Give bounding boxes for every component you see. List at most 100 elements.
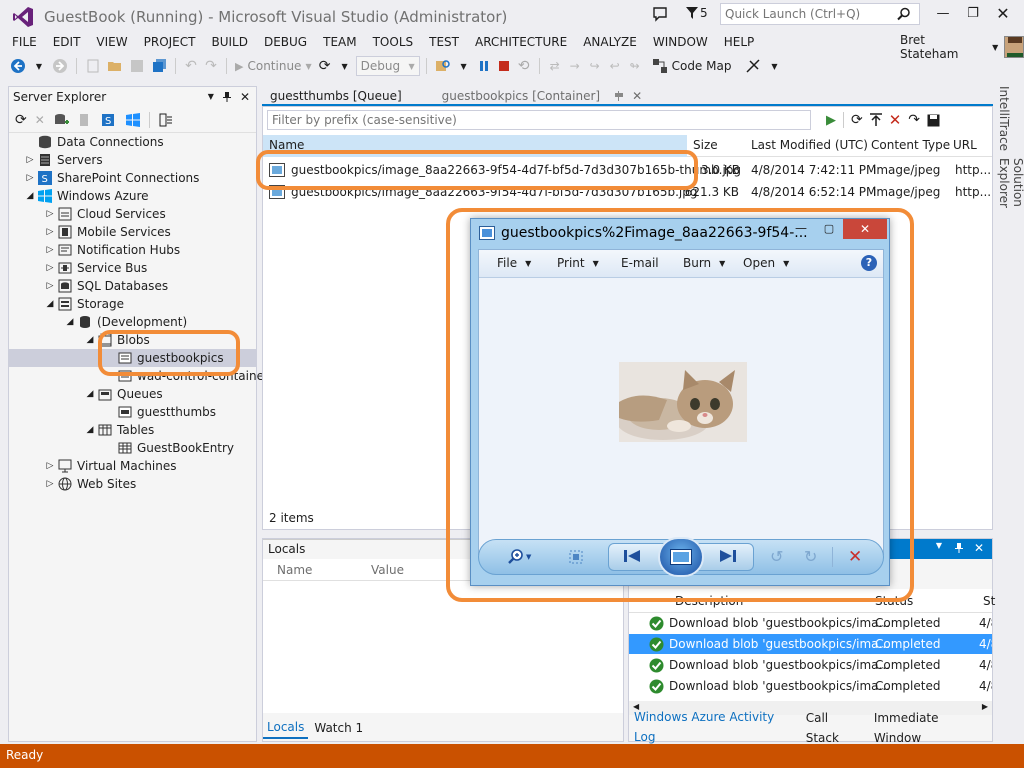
connect-server-icon[interactable] [77, 112, 93, 128]
menu-tools[interactable]: TOOLS [365, 33, 422, 51]
tab-call-stack[interactable]: Call Stack [801, 708, 869, 748]
tree-node[interactable]: ◢ Queues [9, 385, 256, 403]
table-row[interactable]: Download blob 'guestbookpics/ima... Compl… [629, 613, 992, 633]
collapse-arrow-icon[interactable]: ◢ [83, 385, 97, 403]
step-out-icon[interactable]: ↩ [606, 56, 624, 76]
pin-icon[interactable] [222, 91, 232, 103]
expand-arrow-icon[interactable]: ▷ [23, 151, 37, 169]
col-url[interactable]: URL [953, 138, 977, 152]
expand-arrow-icon[interactable]: ▷ [43, 259, 57, 277]
properties-icon[interactable] [158, 112, 174, 128]
restart-icon[interactable]: ⟲ [515, 56, 533, 76]
save-blob-icon[interactable] [927, 114, 940, 127]
menu-file[interactable]: FILE [4, 33, 45, 51]
continue-button[interactable]: ▶ Continue ▼ [233, 56, 314, 76]
filter-input[interactable] [267, 110, 811, 130]
menu-edit[interactable]: EDIT [45, 33, 89, 51]
menu-project[interactable]: PROJECT [136, 33, 204, 51]
tree-node[interactable]: ▷ Servers [9, 151, 256, 169]
table-row[interactable]: Download blob 'guestbookpics/ima... Compl… [629, 676, 992, 696]
tree-node[interactable]: ◢ Tables [9, 421, 256, 439]
tab-guestbookpics-container[interactable]: guestbookpics [Container] ✕ [409, 86, 651, 106]
collapse-arrow-icon[interactable]: ◢ [83, 331, 97, 349]
menu-team[interactable]: TEAM [315, 33, 364, 51]
quick-launch[interactable] [720, 3, 920, 25]
collapse-arrow-icon[interactable]: ◢ [43, 295, 57, 313]
back-button[interactable] [8, 56, 28, 76]
forward-button[interactable] [50, 56, 70, 76]
new-project-icon[interactable] [83, 56, 103, 76]
table-row[interactable]: Download blob 'guestbookpics/ima... Compl… [629, 655, 992, 675]
open-file-icon[interactable] [105, 56, 125, 76]
toolbar-options-icon[interactable] [743, 56, 763, 76]
col-last-modified[interactable]: Last Modified (UTC) [751, 138, 868, 152]
tree-node[interactable]: ▷ S SharePoint Connections [9, 169, 256, 187]
collapse-arrow-icon[interactable]: ◢ [23, 187, 37, 205]
refresh-icon[interactable]: ⟳ [316, 56, 334, 76]
panel-menu-icon[interactable]: ▼ [936, 541, 942, 550]
tree-node[interactable]: ◢ Storage [9, 295, 256, 313]
solution-explorer-tab[interactable]: Solution Explorer [997, 158, 1024, 256]
tree-node[interactable]: ▷ Service Bus [9, 259, 256, 277]
expand-arrow-icon[interactable]: ▷ [43, 205, 57, 223]
close-icon[interactable]: ✕ [974, 541, 984, 555]
intellitrace-tab[interactable]: IntelliTrace [997, 86, 1011, 151]
expand-arrow-icon[interactable]: ▷ [43, 475, 57, 493]
tree-node[interactable]: ▷ Mobile Services [9, 223, 256, 241]
col-size[interactable]: Size [693, 138, 718, 152]
collapse-arrow-icon[interactable]: ◢ [63, 313, 77, 331]
stop-refresh-icon[interactable]: ✕ [35, 113, 45, 127]
expand-arrow-icon[interactable]: ▷ [23, 169, 37, 187]
redo-icon[interactable]: ↷ [202, 56, 220, 76]
notifications[interactable]: 5 [686, 6, 708, 20]
expand-arrow-icon[interactable]: ▷ [43, 223, 57, 241]
menu-help[interactable]: HELP [716, 33, 763, 51]
tree-node[interactable]: ◢ Windows Azure [9, 187, 256, 205]
menu-test[interactable]: TEST [421, 33, 467, 51]
restore-button[interactable]: ❐ [958, 4, 988, 24]
connect-sharepoint-icon[interactable]: S [101, 112, 117, 128]
close-icon[interactable]: ✕ [240, 87, 250, 107]
tree-node[interactable]: ▷ SQL Databases [9, 277, 256, 295]
code-map-button[interactable]: Code Map [650, 56, 734, 76]
expand-arrow-icon[interactable]: ▷ [43, 457, 57, 475]
tab-guestthumbs-queue[interactable]: guestthumbs [Queue] [262, 86, 410, 106]
open-blob-icon[interactable]: ↷ [908, 112, 920, 128]
tab-watch-1[interactable]: Watch 1 [308, 718, 369, 738]
collapse-arrow-icon[interactable]: ◢ [83, 421, 97, 439]
tree-node[interactable]: ▷ Virtual Machines [9, 457, 256, 475]
menu-view[interactable]: VIEW [88, 33, 135, 51]
tree-node[interactable]: ▷ Web Sites [9, 475, 256, 493]
tree-node[interactable]: ▷ Cloud Services [9, 205, 256, 223]
pin-icon[interactable] [954, 542, 964, 554]
solution-config-select[interactable]: Debug ▼ [355, 56, 420, 76]
refresh-icon[interactable]: ⟳ [851, 112, 863, 128]
stop-button[interactable] [495, 56, 513, 76]
connect-azure-icon[interactable] [125, 112, 141, 128]
panel-menu-icon[interactable]: ▼ [208, 87, 214, 107]
run-filter-icon[interactable]: ▶ [826, 113, 836, 128]
tab-azure-activity-log[interactable]: Windows Azure Activity Log [629, 707, 801, 749]
refresh-icon[interactable]: ⟳ [15, 112, 27, 128]
col-start[interactable]: St [983, 594, 995, 608]
show-next-statement-icon[interactable]: ⇄ [546, 56, 564, 76]
tree-node[interactable]: ◢ (Development) [9, 313, 256, 331]
minimize-button[interactable]: — [928, 4, 958, 24]
refresh-dropdown-icon[interactable]: ▼ [336, 56, 354, 76]
col-value[interactable]: Value [371, 563, 404, 577]
tab-locals[interactable]: Locals [263, 717, 309, 739]
upload-blob-icon[interactable] [869, 113, 882, 127]
menu-window[interactable]: WINDOW [645, 33, 716, 51]
delete-blob-icon[interactable]: ✕ [889, 111, 902, 129]
expand-arrow-icon[interactable]: ▷ [43, 277, 57, 295]
pin-icon[interactable] [614, 90, 624, 102]
save-icon[interactable] [127, 56, 147, 76]
quick-launch-input[interactable] [721, 7, 897, 21]
menu-analyze[interactable]: ANALYZE [575, 33, 645, 51]
tree-node[interactable]: Data Connections [9, 133, 256, 151]
toolbar-overflow-icon[interactable]: ▼ [765, 56, 783, 76]
find-dropdown-icon[interactable]: ▼ [455, 56, 473, 76]
col-name[interactable]: Name [277, 563, 312, 577]
find-in-files-icon[interactable] [433, 56, 453, 76]
tree-node[interactable]: guestthumbs [9, 403, 256, 421]
